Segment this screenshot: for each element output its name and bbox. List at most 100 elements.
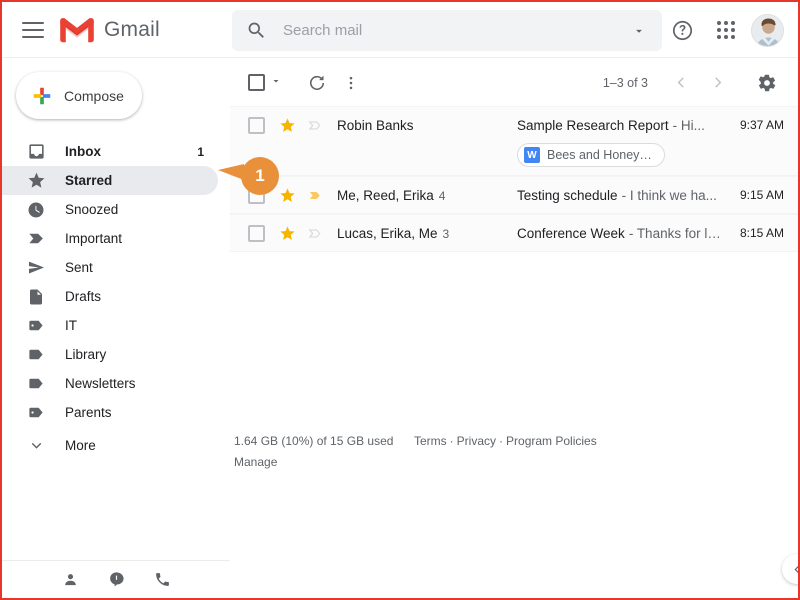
select-caret-chevron-down-icon[interactable] — [270, 74, 282, 92]
row-time: 9:15 AM — [739, 188, 784, 202]
row-checkbox[interactable] — [248, 116, 265, 134]
table-row[interactable]: Me, Reed, Erika 4 Testing schedule - I th… — [230, 176, 798, 214]
sidebar-item-label: Drafts — [65, 289, 102, 304]
annotation-badge-1: 1 — [218, 157, 279, 197]
sidebar: Compose Inbox 1 Starred Snoozed Importan… — [2, 59, 230, 598]
row-sender-count: 4 — [438, 188, 446, 203]
sidebar-item-newsletters[interactable]: Newsletters — [2, 369, 218, 398]
inbox-icon — [26, 142, 46, 162]
checkbox-icon — [248, 74, 265, 91]
footer-links: Terms · Privacy · Program Policies — [414, 434, 597, 469]
mail-list-pane: 1–3 of 3 Robin Banks Sample Research Rep… — [230, 59, 798, 598]
google-apps-grid-icon[interactable] — [707, 11, 745, 49]
sidebar-item-starred[interactable]: Starred — [2, 166, 218, 195]
sidebar-bottom-icon-bar — [2, 560, 230, 598]
search-icon — [246, 20, 267, 41]
help-question-icon[interactable] — [663, 11, 701, 49]
sidebar-item-label: Newsletters — [65, 376, 136, 391]
gear-icon — [758, 74, 776, 91]
search-options-chevron-down-icon[interactable] — [632, 24, 646, 38]
star-icon[interactable] — [279, 225, 296, 242]
row-controls: Lucas, Erika, Me 3 — [230, 223, 517, 243]
refresh-button[interactable] — [300, 66, 334, 100]
label-tag-icon — [26, 316, 46, 336]
row-content: Sample Research Report - Hi... W Bees an… — [517, 115, 726, 167]
sidebar-item-snoozed[interactable]: Snoozed — [2, 195, 218, 224]
send-icon — [26, 258, 46, 278]
sidebar-item-label: Inbox — [65, 144, 101, 159]
sidebar-item-label: Parents — [65, 405, 112, 420]
row-content: Conference Week - Thanks for le... — [517, 223, 726, 243]
more-options-button[interactable] — [334, 66, 368, 100]
row-content: Testing schedule - I think we ha... — [517, 185, 726, 205]
important-marker-icon[interactable] — [307, 187, 324, 204]
program-policies-link[interactable]: Program Policies — [506, 434, 597, 448]
star-icon[interactable] — [279, 187, 296, 204]
search-bar[interactable] — [232, 10, 662, 51]
row-sender-count: 3 — [442, 226, 450, 241]
top-bar-right-actions — [663, 2, 784, 58]
chevron-down-icon — [26, 436, 46, 456]
select-all-checkbox[interactable] — [248, 74, 282, 92]
manage-storage-link[interactable]: Manage — [234, 455, 277, 469]
row-subject: Conference Week — [517, 225, 625, 241]
terms-link[interactable]: Terms — [414, 434, 447, 448]
label-tag-icon — [26, 374, 46, 394]
row-snippet: - Hi... — [672, 117, 705, 133]
sidebar-item-more[interactable]: More — [2, 431, 218, 460]
next-page-button[interactable] — [700, 66, 734, 100]
table-row[interactable]: Robin Banks Sample Research Report - Hi.… — [230, 106, 798, 176]
important-marker-icon[interactable] — [307, 225, 324, 242]
sidebar-item-parents[interactable]: Parents — [2, 398, 218, 427]
contacts-person-icon[interactable] — [59, 569, 81, 591]
gmail-m-logo-icon — [60, 17, 94, 42]
row-checkbox[interactable] — [248, 224, 265, 242]
storage-info: 1.64 GB (10%) of 15 GB used Manage — [234, 434, 414, 469]
sidebar-item-drafts[interactable]: Drafts — [2, 282, 218, 311]
gmail-brand-label: Gmail — [104, 17, 160, 41]
sidebar-item-label: Library — [65, 347, 107, 362]
sidebar-item-it[interactable]: IT — [2, 311, 218, 340]
attachment-name: Bees and Honey… — [547, 148, 652, 162]
label-tag-icon — [26, 345, 46, 365]
row-time: 8:15 AM — [739, 226, 784, 240]
footer: 1.64 GB (10%) of 15 GB used Manage Terms… — [230, 434, 798, 469]
row-senders: Me, Reed, Erika 4 — [337, 188, 517, 203]
hangouts-chat-icon[interactable] — [105, 569, 127, 591]
separator: · — [449, 434, 454, 448]
search-input[interactable] — [281, 21, 632, 40]
page-range-label: 1–3 of 3 — [602, 75, 648, 90]
sidebar-item-sent[interactable]: Sent — [2, 253, 218, 282]
hamburger-menu-icon[interactable] — [22, 21, 44, 38]
clock-icon — [26, 200, 46, 220]
sidebar-item-label: Sent — [65, 260, 93, 275]
label-tag-icon — [26, 403, 46, 423]
star-icon[interactable] — [279, 117, 296, 134]
row-snippet: - Thanks for le... — [628, 225, 726, 241]
separator: · — [499, 434, 504, 448]
attachment-chip[interactable]: W Bees and Honey… — [517, 143, 665, 167]
table-row[interactable]: Lucas, Erika, Me 3 Conference Week - Than… — [230, 214, 798, 252]
sidebar-item-inbox[interactable]: Inbox 1 — [2, 137, 218, 166]
compose-button[interactable]: Compose — [16, 72, 142, 119]
row-controls: Robin Banks — [230, 115, 517, 135]
phone-call-icon[interactable] — [151, 569, 173, 591]
privacy-link[interactable]: Privacy — [457, 434, 496, 448]
important-marker-icon[interactable] — [307, 117, 324, 134]
compose-button-label: Compose — [64, 87, 124, 104]
settings-button[interactable] — [750, 66, 784, 100]
word-doc-icon: W — [524, 147, 540, 163]
sidebar-item-library[interactable]: Library — [2, 340, 218, 369]
browser-viewport: Gmail Search mail Compose Inbox 1 Starre… — [0, 0, 800, 600]
chevron-left-icon — [793, 564, 798, 574]
plus-icon — [33, 87, 51, 104]
gmail-brand[interactable]: Gmail — [58, 16, 160, 44]
sidebar-item-label: IT — [65, 318, 77, 333]
chevron-left-icon — [677, 77, 684, 88]
prev-page-button[interactable] — [664, 66, 698, 100]
sidebar-item-important[interactable]: Important — [2, 224, 218, 253]
user-avatar[interactable] — [751, 13, 784, 47]
row-subject: Sample Research Report — [517, 117, 669, 133]
sidebar-item-label: Important — [65, 231, 123, 246]
row-senders: Lucas, Erika, Me 3 — [337, 226, 517, 241]
